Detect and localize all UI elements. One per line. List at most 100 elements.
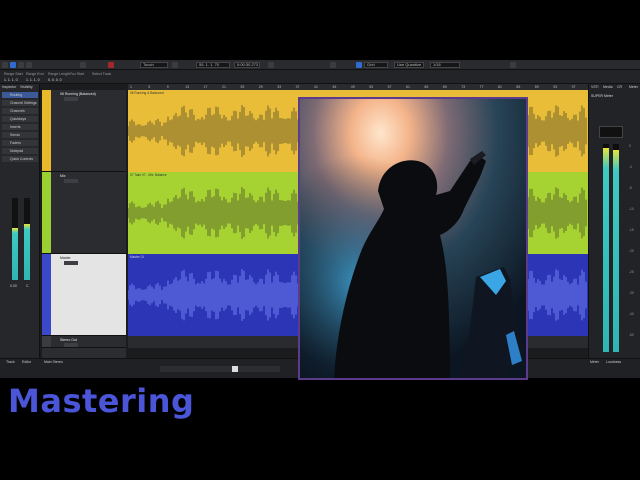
snap-button[interactable] [330, 62, 336, 68]
ruler-mark: 65 [424, 85, 429, 89]
inspector-section[interactable]: Channel Settings [2, 100, 38, 106]
quantize-value-field[interactable]: 1/16 [430, 62, 460, 68]
ruler-mark: 57 [387, 85, 392, 89]
tab-meter-bottom[interactable]: Meter [590, 360, 599, 364]
meter-scale-tick: -40 [629, 312, 634, 316]
track-name[interactable]: Mix [60, 174, 65, 178]
track-controls[interactable] [64, 97, 78, 101]
track-header[interactable]: 06 Running (Balanced) [42, 90, 126, 172]
meter-scale-tick: -15 [629, 228, 634, 232]
tab-cr[interactable]: CR [617, 85, 622, 89]
ruler-mark: 1 [130, 85, 132, 89]
track-controls[interactable] [64, 179, 78, 183]
track-name[interactable]: Master [60, 256, 71, 260]
meter-scale-tick: -6 [629, 186, 632, 190]
lower-zone-button[interactable] [26, 62, 32, 68]
nudge-button[interactable] [268, 62, 274, 68]
inspector-section[interactable]: Notepad [2, 148, 38, 154]
info-field-label: Range End [26, 72, 44, 76]
pan-value: C [26, 284, 29, 288]
ruler-mark: 53 [369, 85, 374, 89]
peak-display [599, 126, 623, 138]
info-field-value[interactable]: 1. 1. 1. 0 [26, 78, 40, 82]
quantize-type-field[interactable]: Use Quantize [394, 62, 424, 68]
tab-track[interactable]: Track [6, 360, 15, 364]
tab-visibility[interactable]: Visibility [20, 85, 33, 89]
play-button[interactable] [232, 366, 238, 372]
meter-scale-tick: -30 [629, 291, 634, 295]
ruler-mark: 61 [406, 85, 410, 89]
inspector-toggle-button[interactable] [10, 62, 16, 68]
fader-value: 0.00 [10, 284, 17, 288]
menu-button[interactable] [2, 62, 8, 68]
position-field[interactable]: 55. 1. 1. 70 [196, 62, 230, 68]
toolbar: Touch 55. 1. 1. 70 0:00:30.273 Grid Use … [0, 60, 640, 70]
clip-title: 07 Take 07 - Mix, Balance [130, 173, 167, 177]
clip-title: 06 Running & Balanced [130, 91, 164, 95]
info-field-value[interactable]: 0. 0. 0. 0 [48, 78, 62, 82]
grid-type-field[interactable]: Grid [364, 62, 388, 68]
ruler-mark: 93 [553, 85, 558, 89]
track-header[interactable]: Mix [42, 172, 126, 254]
clip-title: Master 01 [130, 255, 145, 259]
video-title: Mastering [8, 382, 195, 420]
inspector-section[interactable]: Quickkeys [2, 116, 38, 122]
tab-meter[interactable]: Meter [629, 85, 638, 89]
status-text: Main Stereo [44, 360, 63, 364]
track-controls[interactable] [64, 343, 78, 347]
tab-editor[interactable]: Editor [22, 360, 31, 364]
inspector-section[interactable]: Routing [2, 92, 38, 98]
inspector-section[interactable]: Faders [2, 140, 38, 146]
inspector-section[interactable]: Channels [2, 108, 38, 114]
track-header[interactable]: Master [42, 254, 126, 336]
channel-meter-fill-right [24, 224, 30, 280]
tab-inspector[interactable]: Inspector [2, 85, 16, 89]
ruler-mark: 77 [479, 85, 484, 89]
channel-meter-fill [12, 228, 18, 280]
color-tool-icon[interactable] [510, 62, 516, 68]
transport-bar[interactable] [160, 366, 280, 372]
track-header[interactable]: Stereo Out [42, 336, 126, 348]
ruler-mark: 17 [203, 85, 208, 89]
ruler-mark: 5 [148, 85, 151, 89]
info-field-label: Range Length [48, 72, 70, 76]
inspector-section[interactable]: Inserts [2, 124, 38, 130]
track-name[interactable]: 06 Running (Balanced) [60, 92, 96, 96]
track-controls[interactable] [64, 261, 78, 265]
tab-loudness[interactable]: Loudness [606, 360, 621, 364]
track-color-strip [42, 336, 51, 347]
info-field-label: Select Track [92, 72, 112, 76]
ruler-mark: 85 [516, 85, 521, 89]
time-display-field[interactable]: 0:00:30.273 [234, 62, 260, 68]
tab-media[interactable]: Media [603, 85, 613, 89]
left-zone-button[interactable] [18, 62, 24, 68]
inspector-section[interactable]: Sends [2, 132, 38, 138]
ruler-mark: 29 [258, 85, 263, 89]
meter-scale-tick: -50 [629, 333, 634, 337]
singer-photo [298, 97, 528, 380]
automation-mode-field[interactable]: Touch [140, 62, 168, 68]
arrow-tool-icon[interactable] [172, 62, 178, 68]
ruler-mark: 69 [442, 85, 447, 89]
track-color-strip [42, 172, 51, 253]
info-field-label: Range Start [4, 72, 23, 76]
record-mode-button[interactable] [108, 62, 114, 68]
track-name[interactable]: Stereo Out [60, 338, 77, 342]
volume-fader[interactable] [12, 198, 18, 280]
ruler-mark: 13 [185, 85, 190, 89]
track-color-strip [42, 254, 51, 335]
channel-meter [24, 198, 30, 280]
info-field-value[interactable]: 1. 1. 1. 0 [4, 78, 18, 82]
singer-silhouette-image [300, 99, 526, 378]
constrain-button[interactable] [80, 62, 86, 68]
inspector-section[interactable]: Quick Controls [2, 156, 38, 162]
meter-scale-tick: 0 [629, 144, 631, 148]
ruler-mark: 45 [332, 85, 337, 89]
master-meter-left [603, 144, 609, 352]
tab-vsti[interactable]: VSTi [591, 85, 598, 89]
meter-scale-tick: -25 [629, 270, 634, 274]
ruler-mark: 73 [461, 85, 466, 89]
ruler-mark: 97 [571, 85, 576, 89]
grid-toggle-button[interactable] [356, 62, 362, 68]
ruler-mark: 41 [314, 85, 318, 89]
